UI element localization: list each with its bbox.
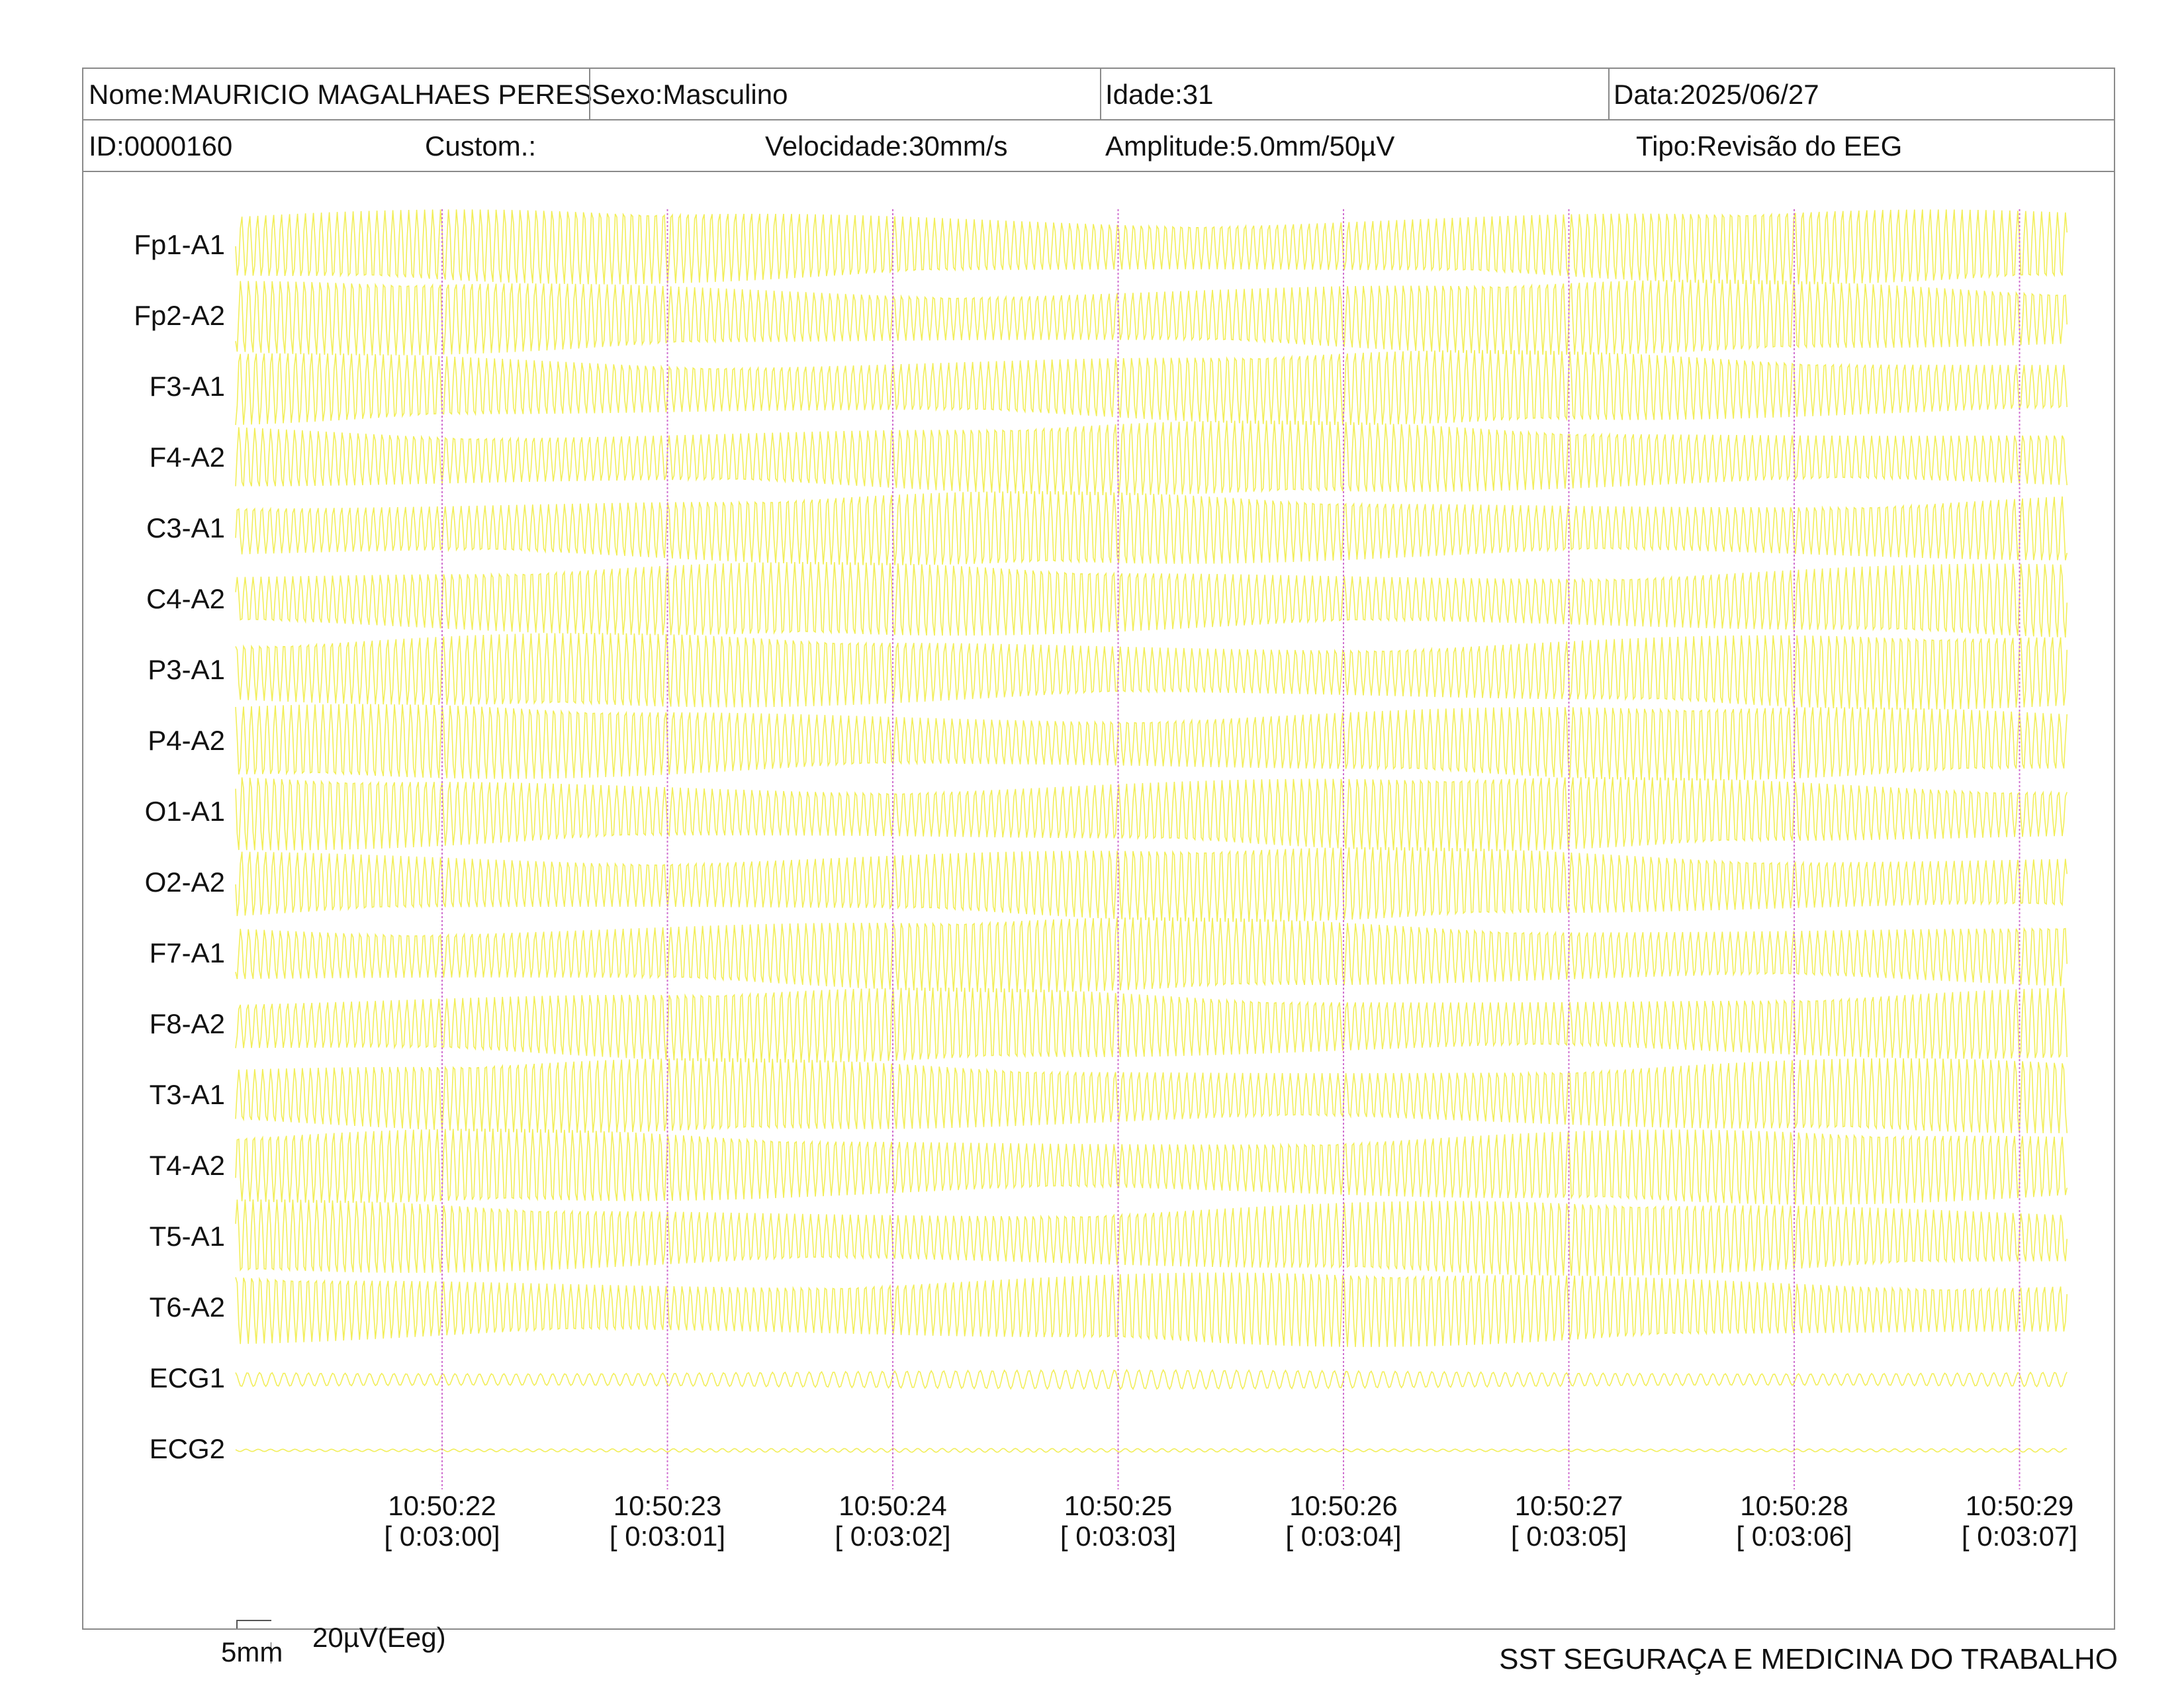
time-elapsed: [ 0:03:01]	[609, 1521, 726, 1552]
channel-trace	[235, 1199, 2068, 1276]
channel-label: C4-A2	[146, 583, 225, 614]
time-elapsed: [ 0:03:04]	[1285, 1521, 1402, 1552]
channel-label: T6-A2	[149, 1291, 225, 1323]
time-clock: 10:50:24	[839, 1490, 947, 1521]
channel-trace	[235, 1058, 2068, 1133]
channel-trace	[235, 847, 2068, 922]
channel-trace	[235, 633, 2068, 710]
time-clock: 10:50:22	[388, 1490, 496, 1521]
time-marker-label: 10:50:28[ 0:03:06]	[1721, 1491, 1867, 1552]
channel-label: ECG1	[149, 1362, 225, 1393]
time-marker-label: 10:50:27[ 0:03:05]	[1496, 1491, 1642, 1552]
time-clock: 10:50:29	[1965, 1490, 2074, 1521]
time-marker-label: 10:50:25[ 0:03:03]	[1046, 1491, 1191, 1552]
channel-label: P4-A2	[148, 725, 225, 756]
channel-label: T3-A1	[149, 1079, 225, 1110]
channel-label: O2-A2	[144, 867, 225, 898]
time-clock: 10:50:27	[1514, 1490, 1623, 1521]
scale-vertical: 20µV(Eeg)	[312, 1622, 446, 1653]
channel-label: Fp1-A1	[134, 229, 225, 260]
time-clock: 10:50:28	[1740, 1490, 1848, 1521]
channel-label: P3-A1	[148, 654, 225, 685]
channel-label: F8-A2	[149, 1008, 225, 1039]
channel-label: T4-A2	[149, 1150, 225, 1181]
time-marker-label: 10:50:22[ 0:03:00]	[369, 1491, 515, 1552]
eeg-trace-area	[235, 209, 2068, 1489]
scale-horizontal: 5mm	[221, 1636, 283, 1667]
channel-trace	[235, 704, 2068, 781]
time-elapsed: [ 0:03:03]	[1060, 1521, 1177, 1552]
channel-trace	[235, 776, 2068, 851]
calibration-scale: 5mm 20µV(Eeg)	[139, 1602, 510, 1675]
channel-trace	[235, 1448, 2068, 1453]
channel-label: T5-A1	[149, 1221, 225, 1252]
channel-trace	[235, 420, 2068, 496]
channel-label: F7-A1	[149, 937, 225, 968]
channel-trace	[235, 1272, 2068, 1347]
organization-name: SST SEGURAÇA E MEDICINA DO TRABALHO	[1499, 1643, 2118, 1675]
time-elapsed: [ 0:03:06]	[1736, 1521, 1852, 1552]
channel-trace	[235, 209, 2068, 285]
channel-trace	[235, 1368, 2068, 1391]
channel-trace	[235, 561, 2068, 638]
channel-trace	[235, 491, 2068, 565]
channel-label: C3-A1	[146, 512, 225, 543]
time-elapsed: [ 0:03:00]	[384, 1521, 500, 1552]
channel-trace	[235, 279, 2068, 355]
channel-label: O1-A1	[144, 796, 225, 827]
channel-trace	[235, 917, 2068, 993]
time-clock: 10:50:25	[1064, 1490, 1173, 1521]
channel-trace	[235, 987, 2068, 1063]
time-marker-label: 10:50:26[ 0:03:04]	[1271, 1491, 1416, 1552]
channel-label: Fp2-A2	[134, 300, 225, 331]
channel-trace	[235, 350, 2068, 426]
time-clock: 10:50:23	[613, 1490, 722, 1521]
time-elapsed: [ 0:03:05]	[1510, 1521, 1627, 1552]
time-clock: 10:50:26	[1289, 1490, 1398, 1521]
time-elapsed: [ 0:03:07]	[1961, 1521, 2078, 1552]
time-marker-label: 10:50:24[ 0:03:02]	[820, 1491, 966, 1552]
channel-trace	[235, 1129, 2068, 1205]
channel-label: F3-A1	[149, 371, 225, 402]
time-marker-label: 10:50:23[ 0:03:01]	[595, 1491, 741, 1552]
time-marker-label: 10:50:29[ 0:03:07]	[1947, 1491, 2093, 1552]
channel-label: F4-A2	[149, 442, 225, 473]
time-elapsed: [ 0:03:02]	[835, 1521, 951, 1552]
channel-label: ECG2	[149, 1433, 225, 1464]
